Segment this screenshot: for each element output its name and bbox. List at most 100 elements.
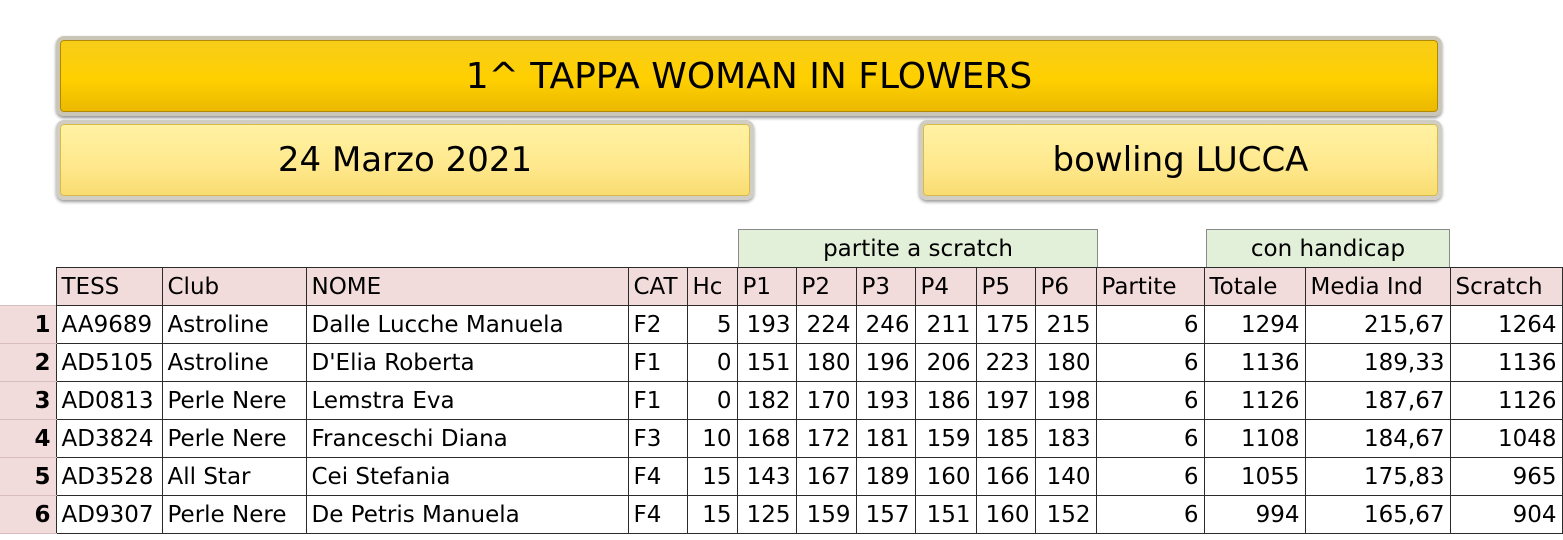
table-cell: 182: [736, 381, 797, 420]
table-cell: Dalle Lucche Manuela: [305, 305, 629, 344]
table-cell: 10: [686, 419, 738, 458]
table-cell: 197: [975, 381, 1036, 420]
group-header-scratch: partite a scratch: [738, 229, 1098, 267]
table-cell: 1126: [1203, 381, 1306, 420]
table-cell: 165,67: [1304, 495, 1451, 534]
table-cell: AD9307: [55, 495, 163, 534]
table-cell: 15: [686, 495, 738, 534]
table-cell: 166: [975, 457, 1036, 496]
col-header: TESS: [55, 267, 163, 306]
col-header: P5: [975, 267, 1036, 306]
table-cell: 186: [914, 381, 977, 420]
table-cell: 175: [975, 305, 1036, 344]
table-cell: 0: [686, 381, 738, 420]
col-header: P1: [736, 267, 797, 306]
table-cell: 125: [736, 495, 797, 534]
rank-cell: 2: [0, 343, 57, 382]
table-cell: 1294: [1203, 305, 1306, 344]
table-cell: F4: [627, 457, 688, 496]
table-cell: 180: [1034, 343, 1097, 382]
table-cell: 6: [1095, 305, 1205, 344]
table-cell: 5: [686, 305, 738, 344]
table-cell: 1048: [1449, 419, 1563, 458]
table-cell: 1136: [1449, 343, 1563, 382]
table-cell: 151: [914, 495, 977, 534]
table-cell: 6: [1095, 381, 1205, 420]
table-cell: 160: [914, 457, 977, 496]
col-header: Club: [161, 267, 307, 306]
table-cell: Perle Nere: [161, 381, 307, 420]
table-cell: 159: [914, 419, 977, 458]
table-cell: Astroline: [161, 343, 307, 382]
table-cell: F2: [627, 305, 688, 344]
col-header: P2: [795, 267, 857, 306]
table-cell: AD0813: [55, 381, 163, 420]
col-header: Hc: [686, 267, 738, 306]
table-cell: 224: [795, 305, 857, 344]
table-cell: 1126: [1449, 381, 1563, 420]
event-date-banner: 24 Marzo 2021: [56, 120, 754, 200]
col-header: Totale: [1203, 267, 1306, 306]
table-cell: 211: [914, 305, 977, 344]
table-cell: 184,67: [1304, 419, 1451, 458]
table-cell: 140: [1034, 457, 1097, 496]
table-cell: 193: [855, 381, 916, 420]
event-venue: bowling LUCCA: [1052, 140, 1309, 180]
table-cell: 1264: [1449, 305, 1563, 344]
table-cell: F1: [627, 381, 688, 420]
table-cell: 160: [975, 495, 1036, 534]
table-cell: 167: [795, 457, 857, 496]
table-cell: 6: [1095, 495, 1205, 534]
table-row: 4 AD3824 Perle Nere Franceschi Diana F3 10 168…: [0, 419, 1563, 458]
table-cell: 6: [1095, 457, 1205, 496]
table-cell: 223: [975, 343, 1036, 382]
corner-cell: [0, 267, 56, 306]
table-row: 2 AD5105 Astroline D'Elia Roberta F1 0 151 180 1…: [0, 343, 1563, 382]
table-cell: 6: [1095, 343, 1205, 382]
event-date: 24 Marzo 2021: [277, 140, 533, 180]
col-header: Media Ind: [1304, 267, 1451, 306]
table-cell: De Petris Manuela: [305, 495, 629, 534]
table-cell: 994: [1203, 495, 1306, 534]
rank-cell: 6: [0, 495, 57, 534]
table-cell: 152: [1034, 495, 1097, 534]
table-cell: 180: [795, 343, 857, 382]
table-cell: 15: [686, 457, 738, 496]
group-header-handicap: con handicap: [1206, 229, 1450, 267]
table-cell: 181: [855, 419, 916, 458]
table-cell: 187,67: [1304, 381, 1451, 420]
col-header: Scratch: [1449, 267, 1563, 306]
table-cell: 157: [855, 495, 916, 534]
table-row: 3 AD0813 Perle Nere Lemstra Eva F1 0 182 170 193…: [0, 381, 1563, 420]
table-cell: 143: [736, 457, 797, 496]
results-table: TESS Club NOME CAT Hc P1 P2 P3 P4 P5 P6 …: [0, 267, 1563, 534]
table-cell: 170: [795, 381, 857, 420]
col-header: P3: [855, 267, 916, 306]
table-cell: Franceschi Diana: [305, 419, 629, 458]
table-cell: Cei Stefania: [305, 457, 629, 496]
table-cell: 246: [855, 305, 916, 344]
table-cell: AD3824: [55, 419, 163, 458]
table-cell: 159: [795, 495, 857, 534]
table-cell: 1108: [1203, 419, 1306, 458]
col-header: P6: [1034, 267, 1097, 306]
table-row: 6 AD9307 Perle Nere De Petris Manuela F4 15 12…: [0, 495, 1563, 534]
col-header: Partite: [1095, 267, 1205, 306]
table-cell: 196: [855, 343, 916, 382]
table-cell: 1136: [1203, 343, 1306, 382]
table-cell: F4: [627, 495, 688, 534]
table-cell: F3: [627, 419, 688, 458]
rank-cell: 4: [0, 419, 57, 458]
table-cell: 965: [1449, 457, 1563, 496]
event-title-banner: 1^ TAPPA WOMAN IN FLOWERS: [56, 36, 1442, 116]
table-cell: Perle Nere: [161, 495, 307, 534]
table-cell: 185: [975, 419, 1036, 458]
table-cell: 168: [736, 419, 797, 458]
table-cell: 0: [686, 343, 738, 382]
table-cell: 215,67: [1304, 305, 1451, 344]
rank-cell: 5: [0, 457, 57, 496]
table-cell: 198: [1034, 381, 1097, 420]
table-cell: Perle Nere: [161, 419, 307, 458]
table-cell: All Star: [161, 457, 307, 496]
table-cell: 183: [1034, 419, 1097, 458]
